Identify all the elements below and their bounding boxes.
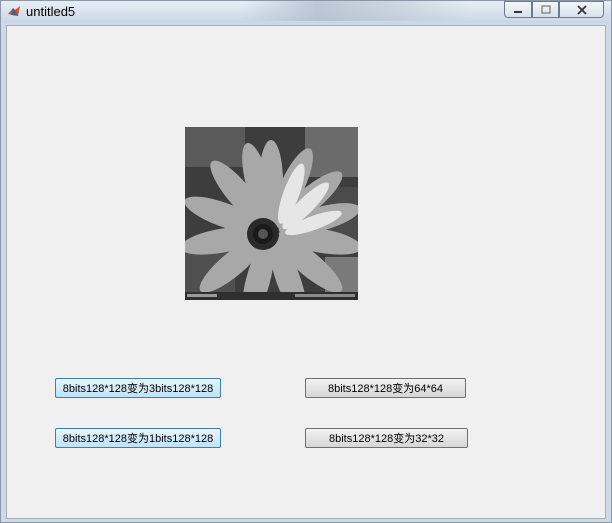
matlab-icon [8,6,20,16]
minimize-icon [514,10,522,13]
minimize-button[interactable] [504,1,532,18]
title-bar[interactable]: untitled5 [1,1,611,23]
flower-image [185,127,358,300]
close-icon [576,4,587,15]
app-window: untitled5 8bits128*128变为3bits128*128 8bi… [0,0,612,523]
maximize-button[interactable] [532,1,559,18]
flower-graphic [185,127,358,300]
convert-1bit-button[interactable]: 8bits128*128变为1bits128*128 [55,428,221,448]
convert-64-button[interactable]: 8bits128*128变为64*64 [305,378,466,398]
convert-32-button[interactable]: 8bits128*128变为32*32 [305,428,468,448]
close-button[interactable] [559,1,604,18]
blurred-title-region [241,1,471,21]
convert-3bits-button[interactable]: 8bits128*128变为3bits128*128 [55,378,221,398]
maximize-icon [540,5,551,14]
window-title: untitled5 [26,4,76,19]
